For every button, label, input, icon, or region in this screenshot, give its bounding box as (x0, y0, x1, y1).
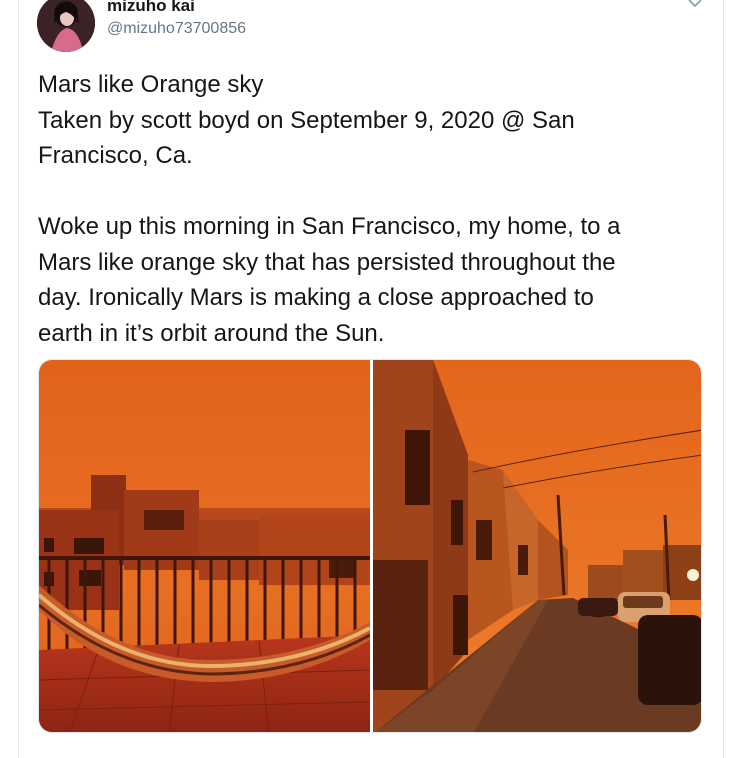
display-name[interactable]: mizuho kai (107, 0, 195, 16)
tweet-line: Mars like orange sky that has persisted … (38, 248, 616, 276)
photo-balcony[interactable] (39, 360, 370, 732)
media-grid[interactable] (38, 359, 702, 733)
tweet-line: earth in it’s orbit around the Sun. (38, 319, 385, 347)
tweet-line: day. Ironically Mars is making a close a… (38, 284, 594, 311)
chevron-down-icon[interactable] (686, 0, 704, 10)
tweet-line: Mars like Orange sky (38, 71, 264, 98)
tweet-line: Taken by scott boyd on September 9, 2020… (38, 106, 575, 134)
tweet-text: Mars like Orange sky Taken by scott boyd… (38, 67, 708, 351)
tweet-line: Woke up this morning in San Francisco, m… (38, 213, 621, 240)
photo-street[interactable] (373, 360, 701, 732)
user-handle[interactable]: @mizuho73700856 (107, 20, 246, 38)
tweet-line: Francisco, Ca. (38, 142, 193, 169)
